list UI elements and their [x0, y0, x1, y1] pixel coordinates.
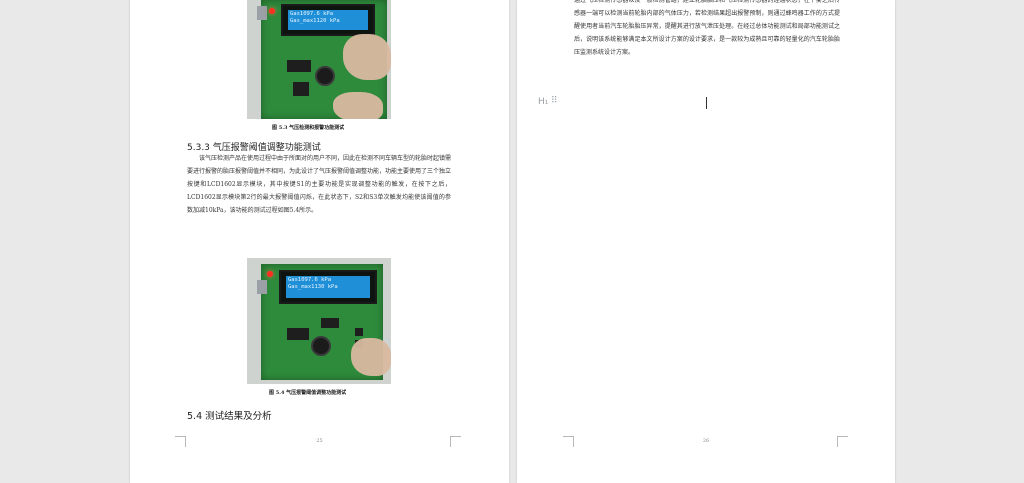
paragraph-text: 该气压检测产品在使用过程中由于所面对的用户不同，因此在检测不同车辆车型的轮胎时起… [187, 155, 452, 215]
lcd-line-2: Gas_max1130 kPa [288, 284, 338, 290]
push-button [355, 328, 363, 336]
power-led [267, 271, 273, 277]
usb-connector [257, 280, 267, 294]
heading-marker-icon[interactable]: H₁ [538, 97, 548, 107]
page-number: 26 [702, 438, 710, 444]
text-cursor [706, 97, 707, 109]
lcd-screen: Gas1097.6 kPa Gas_max1130 kPa [286, 276, 370, 298]
power-led [269, 8, 275, 14]
hand [343, 34, 391, 80]
lcd-line-1: Gas1097.6 kPa [288, 277, 332, 283]
usb-connector [257, 6, 267, 20]
lcd-line-2: Gas_max1120 kPa [290, 18, 340, 24]
figure-caption: 图 5.4 气压报警阈值调整功能测试 [269, 390, 347, 396]
lcd-screen: Gas1097.6 kPa Gas_max1120 kPa [288, 10, 368, 30]
buzzer [311, 336, 331, 356]
page-number: 25 [316, 438, 323, 444]
figure-5-4-photo: Gas1097.6 kPa Gas_max1130 kPa [247, 258, 391, 384]
chip [287, 60, 311, 72]
lcd-display: Gas1097.6 kPa Gas_max1120 kPa [281, 4, 375, 36]
figure-caption: 图 5.3 气压检测和报警功能测试 [272, 125, 345, 131]
document-page-26: 通过气压检测传感器以及一般检测管路，建立轮胎胎压和气压检测传感器的连通状态，在平… [517, 0, 895, 483]
hand [333, 92, 383, 119]
chip [293, 82, 309, 96]
document-page-25: Gas1097.6 kPa Gas_max1120 kPa 图 5.3 气压检测… [130, 0, 509, 483]
chip [287, 328, 309, 340]
buzzer [315, 66, 335, 86]
paragraph-text: 通过气压检测传感器以及一般检测管路，建立轮胎胎压和气压检测传感器的连通状态，在平… [574, 0, 840, 57]
lcd-line-1: Gas1097.6 kPa [290, 11, 334, 17]
body-paragraph: 通过气压检测传感器以及一般检测管路，建立轮胎胎压和气压检测传感器的连通状态，在平… [574, 0, 840, 59]
drag-handle-icon[interactable]: ⠿ [551, 96, 558, 106]
section-heading: 5.4 测试结果及分析 [187, 411, 272, 422]
body-paragraph: 该气压检测产品在使用过程中由于所面对的用户不同，因此在检测不同车辆车型的轮胎时起… [187, 152, 451, 217]
figure-5-3-photo: Gas1097.6 kPa Gas_max1120 kPa [247, 0, 391, 119]
lcd-display: Gas1097.6 kPa Gas_max1130 kPa [279, 270, 377, 304]
chip [321, 318, 339, 328]
hand [351, 338, 391, 376]
